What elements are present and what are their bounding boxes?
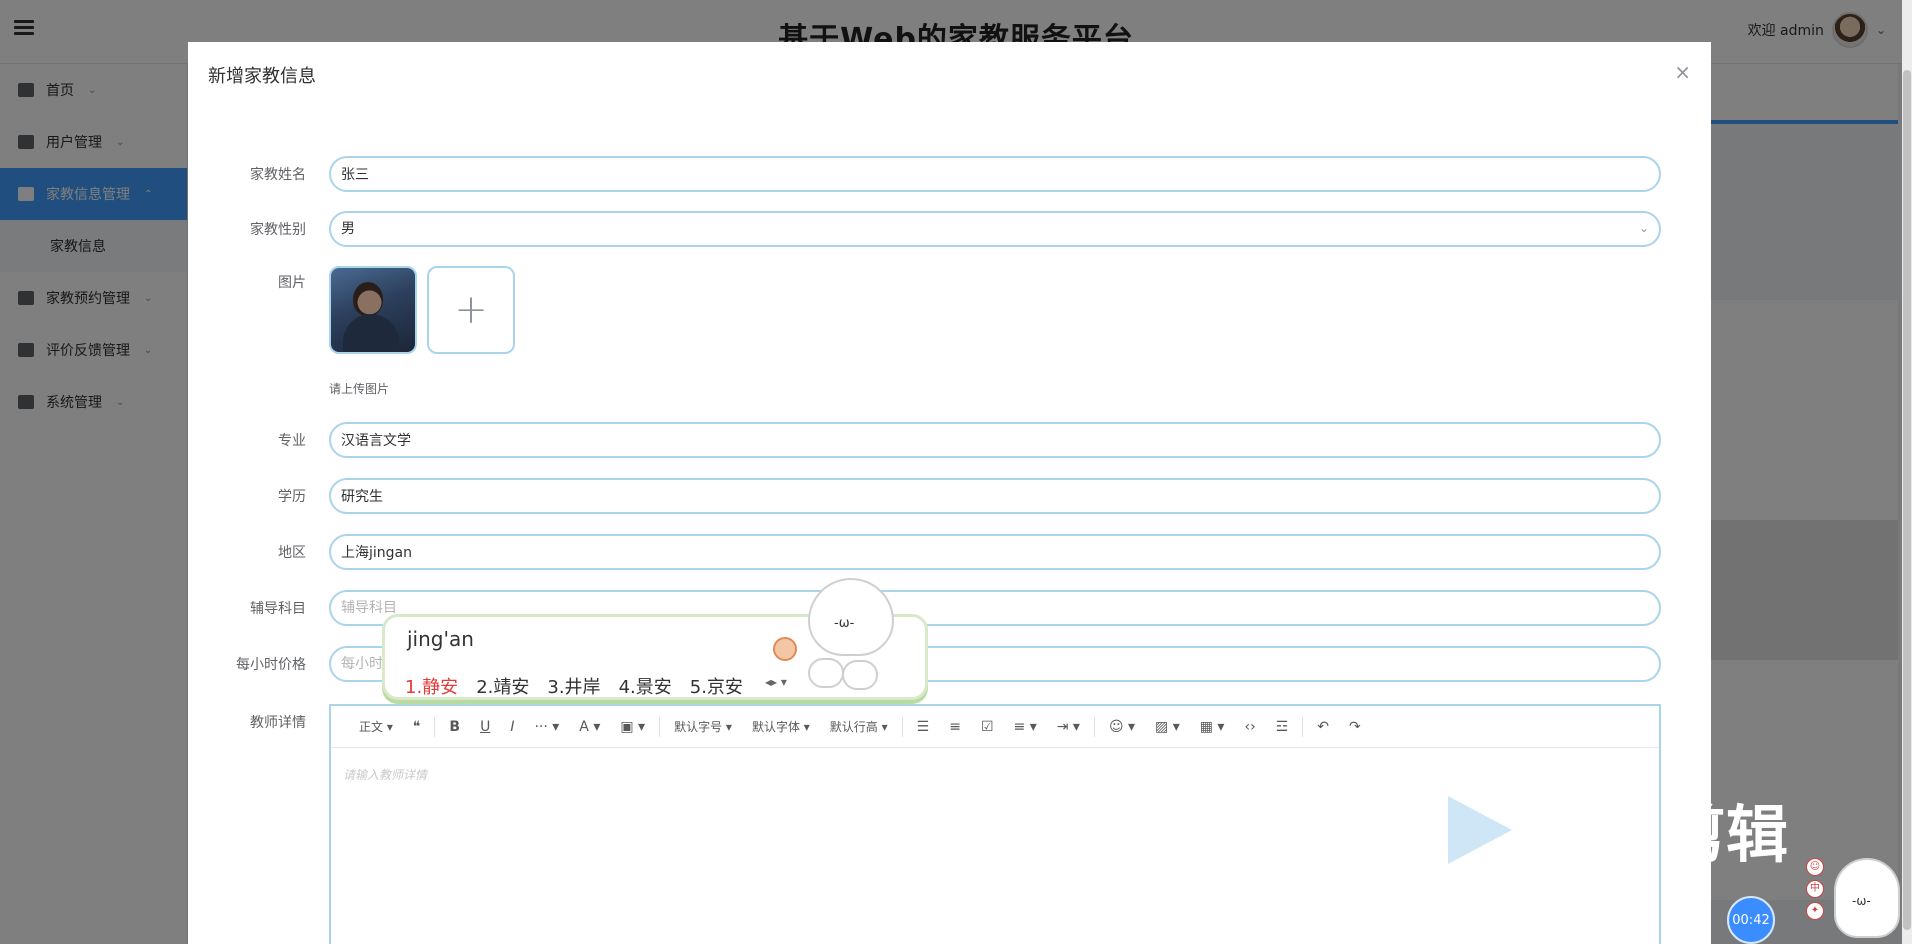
editor-placeholder: 请输入教师详情 [343,768,428,782]
ime-page-arrows-icon[interactable]: ◂▸ ▾ [765,675,787,689]
image-upload-list: + [329,266,515,354]
line-height-label: 默认行高 [829,719,878,734]
ime-candidate-list: 1.静安 2.靖安 3.井岸 4.景安 5.京安 [405,673,743,699]
image-icon[interactable]: ▨ ▾ [1145,713,1190,741]
redo-icon[interactable]: ↷ [1339,713,1371,741]
name-label: 家教姓名 [250,167,306,183]
major-label: 专业 [278,433,306,449]
gender-value: 男 [341,221,355,237]
todo-icon[interactable]: ☑ [971,713,1004,741]
underline-icon[interactable]: U [470,713,500,741]
divider [1302,716,1304,737]
region-label: 地区 [278,545,306,561]
editor-toolbar: 正文 ▾ ❝ B U I ··· ▾ A ▾ ▣ ▾ 默认字号 ▾ 默认字体 ▾… [331,706,1659,748]
background-color-icon[interactable]: ▣ ▾ [610,713,655,741]
font-size-select[interactable]: 默认字号 ▾ [664,713,742,741]
upload-add-button[interactable]: + [427,266,515,354]
ime-mascot-small [808,658,844,688]
watermark-logo-icon [1448,796,1514,866]
ime-candidate[interactable]: 3.井岸 [547,673,600,699]
line-height-select[interactable]: 默认行高 ▾ [820,713,898,741]
ime-tool-icon[interactable]: ☺ [1806,858,1824,876]
watermark-text: 剪辑 [1664,798,1789,871]
ime-toolbar: ☺ 中 ✦ [1806,858,1824,920]
italic-icon[interactable]: I [500,713,524,741]
quote-icon[interactable]: ❝ [403,713,431,741]
font-color-icon[interactable]: A ▾ [569,713,610,741]
education-input[interactable] [329,478,1661,514]
name-input[interactable] [329,156,1661,192]
emoji-icon[interactable]: ☺ ▾ [1099,713,1145,741]
paragraph-select[interactable]: 正文 ▾ [349,713,403,741]
ime-tool-icon[interactable]: ✦ [1806,902,1824,920]
font-size-label: 默认字号 [674,719,723,734]
scrollbar-thumb[interactable] [1903,70,1911,930]
ime-candidate[interactable]: 5.京安 [690,673,743,699]
dialog-title: 新增家教信息 [208,66,316,87]
paragraph-label: 正文 [359,719,384,734]
major-input[interactable] [329,422,1661,458]
uploaded-image[interactable] [329,266,417,354]
ime-skin-icon[interactable] [773,637,797,661]
ime-candidate[interactable]: 4.景安 [619,673,672,699]
table-icon[interactable]: ▦ ▾ [1190,713,1235,741]
gender-select[interactable]: 男 [329,211,1661,247]
undo-icon[interactable]: ↶ [1307,713,1339,741]
bold-icon[interactable]: B [439,713,470,741]
price-label: 每小时价格 [236,657,306,673]
chevron-down-icon: ⌄ [1638,221,1649,235]
recording-timer[interactable]: 00:42 [1727,896,1775,944]
font-family-select[interactable]: 默认字体 ▾ [742,713,820,741]
divider-line-icon[interactable]: ☲ [1266,713,1299,741]
ime-mascot-large: -ω- [1834,858,1900,938]
code-icon[interactable]: ‹› [1234,713,1265,741]
divider [901,716,903,737]
indent-icon[interactable]: ⇥ ▾ [1047,713,1090,741]
ime-mascot-small [842,660,878,690]
education-label: 学历 [278,489,306,505]
page-scrollbar[interactable] [1902,0,1912,944]
numbered-list-icon[interactable]: ≡ [939,713,971,741]
region-input[interactable] [329,534,1661,570]
subject-label: 辅导科目 [250,601,306,617]
ime-candidate[interactable]: 1.静安 [405,673,458,699]
divider [659,716,661,737]
details-label: 教师详情 [250,715,306,731]
font-family-label: 默认字体 [751,719,800,734]
align-icon[interactable]: ≡ ▾ [1004,713,1047,741]
ime-mascot: -ω- [808,578,894,656]
ime-candidate[interactable]: 2.靖安 [476,673,529,699]
gender-label: 家教性别 [250,222,306,238]
upload-hint: 请上传图片 [329,382,390,396]
close-icon[interactable]: × [1674,60,1691,84]
ime-composition: jing'an [407,627,474,651]
bullet-list-icon[interactable]: ☰ [907,713,940,741]
divider [434,716,436,737]
ime-tool-icon[interactable]: 中 [1806,880,1824,898]
image-label: 图片 [278,275,306,291]
more-icon[interactable]: ··· ▾ [524,713,569,741]
divider [1093,716,1095,737]
